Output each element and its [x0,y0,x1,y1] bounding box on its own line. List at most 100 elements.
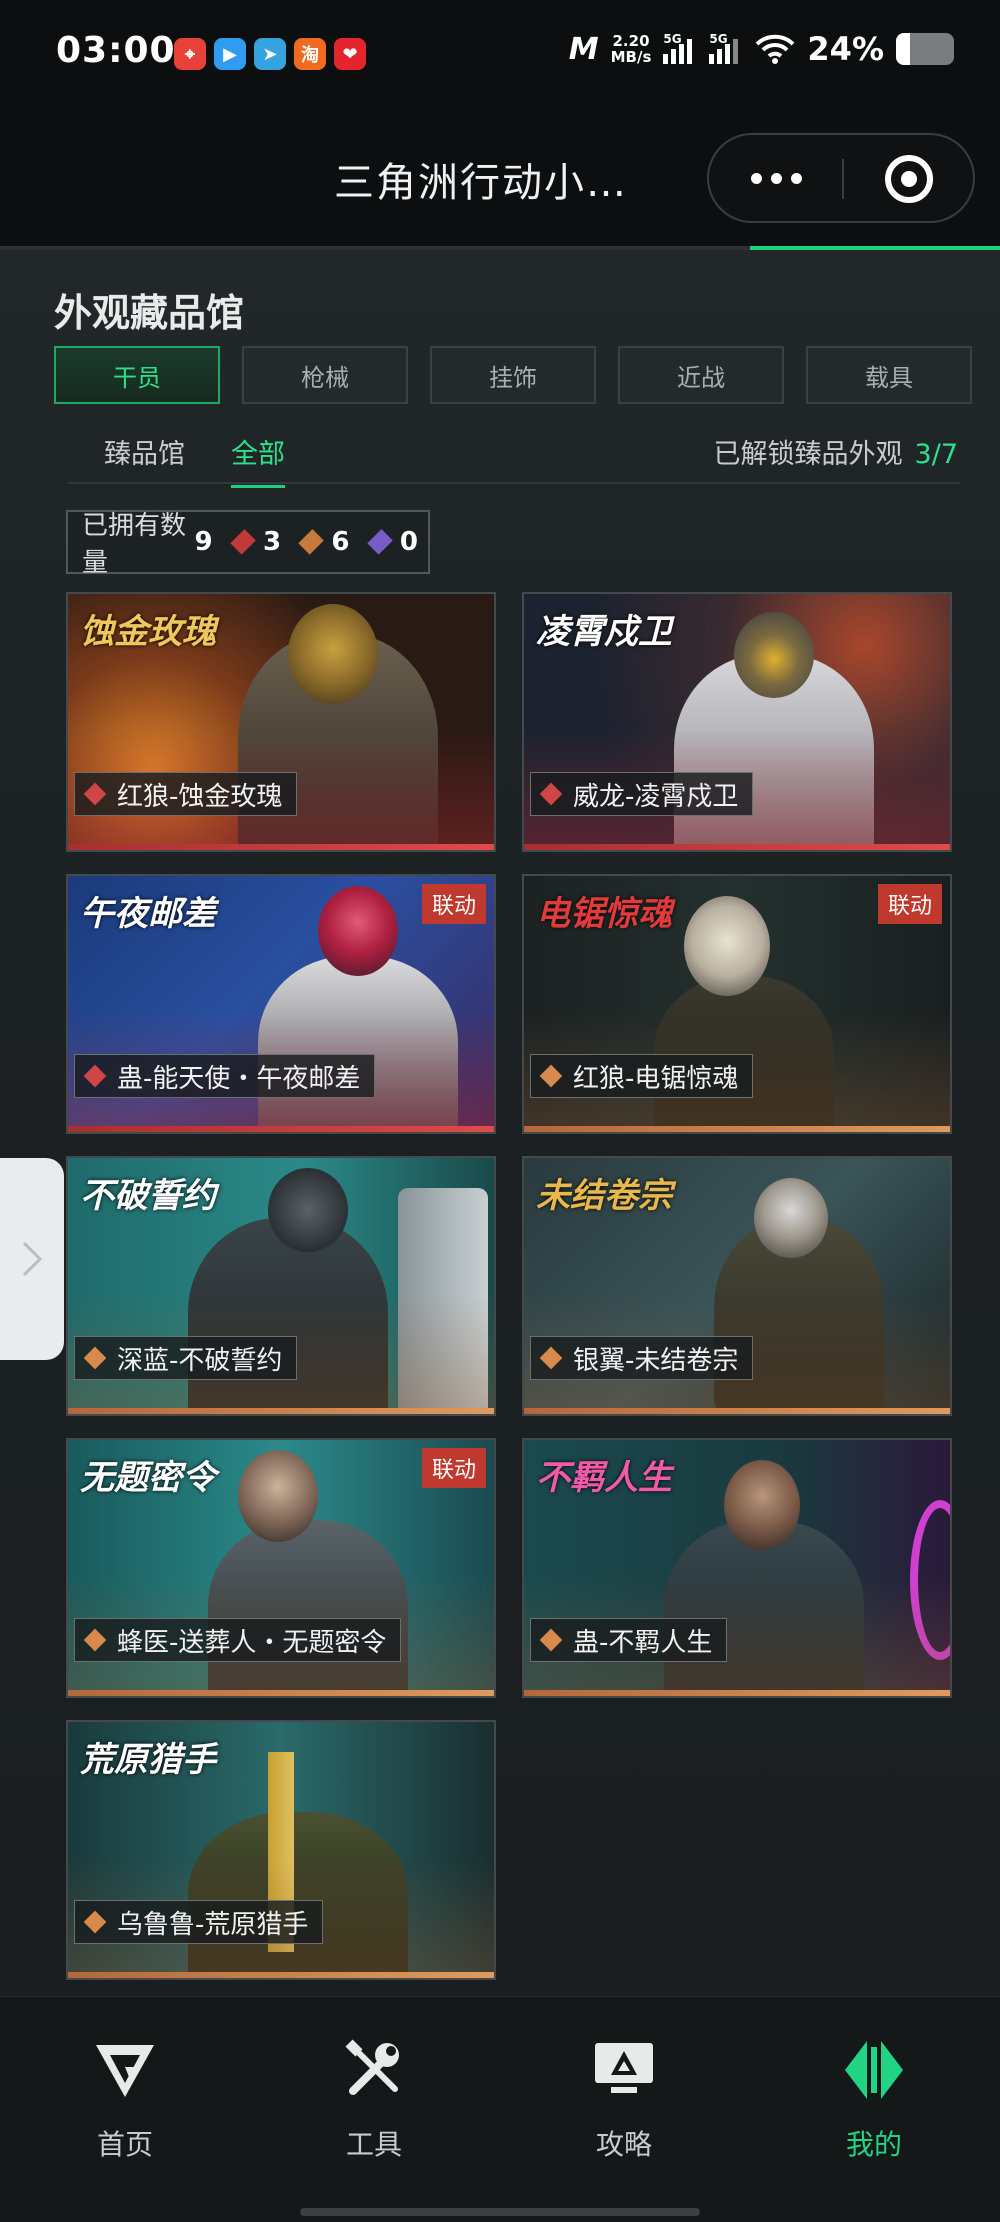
top-divider-accent [750,246,1000,250]
skin-card[interactable]: 电锯惊魂 联动 红狼-电锯惊魂 [522,874,952,1134]
profile-logo-icon [845,2041,903,2099]
network-speed-value: 2.20 [612,32,650,50]
rarity-gem-icon [539,782,563,806]
skin-name-box: 深蓝-不破誓约 [74,1336,298,1380]
skin-logo: 电锯惊魂 [536,894,672,934]
skin-card[interactable]: 凌霄戍卫 威龙-凌霄戍卫 [522,592,952,852]
sub-tabs: 臻品馆 全部 [104,432,285,488]
network-speed: 2.20 MB/s [611,33,652,65]
bottom-nav: 首页 工具 攻略 我的 [0,1996,1000,2222]
skin-name: 红狼-蚀金玫瑰 [117,781,283,812]
nav-tools-label: 工具 [345,2128,402,2161]
tab-vehicles[interactable]: 载具 [806,346,972,404]
skin-card[interactable]: 荒原猎手 乌鲁鲁-荒原猎手 [66,1720,496,1980]
skin-card[interactable]: 午夜邮差 联动 蛊-能天使・午夜邮差 [66,874,496,1134]
rarity-bar [524,1690,950,1696]
rarity-bar [68,1690,494,1696]
owned-red: 3 [262,527,282,557]
collab-badge: 联动 [421,884,486,924]
wifi-icon [756,34,795,64]
battery-percent: 24% [807,30,884,68]
capsule-menu [707,133,975,223]
tab-charms[interactable]: 挂饰 [430,346,596,404]
nav-home[interactable]: 首页 [65,2037,185,2163]
tab-premium-hall[interactable]: 臻品馆 [104,432,185,488]
nav-profile[interactable]: 我的 [814,2037,934,2163]
owned-total: 9 [194,527,213,557]
close-target-button[interactable] [885,155,933,203]
skin-card[interactable]: 蚀金玫瑰 红狼-蚀金玫瑰 [66,592,496,852]
tab-operators[interactable]: 干员 [54,346,220,404]
skin-name-box: 红狼-蚀金玫瑰 [74,772,298,816]
battery-icon [896,33,954,65]
chevron-right-icon [22,1241,43,1277]
skin-name-box: 威龙-凌霄戍卫 [530,772,754,816]
red-rarity-icon [229,529,256,555]
skin-card[interactable]: 不破誓约 深蓝-不破誓约 [66,1156,496,1416]
rarity-bar [524,844,950,850]
sub-tab-divider [68,482,960,484]
home-g-icon [96,2045,154,2097]
rarity-gem-icon [83,1910,107,1934]
home-indicator[interactable] [300,2208,700,2216]
maps-icon: ⌖ [174,38,206,70]
skin-name-box: 蛊-能天使・午夜邮差 [74,1054,376,1098]
network-speed-unit: MB/s [610,48,652,66]
rarity-bar [68,1126,494,1132]
nav-tools[interactable]: 工具 [314,2037,434,2163]
signal-2-label: 5G [709,32,728,46]
rarity-gem-icon [83,782,107,806]
tab-melee[interactable]: 近战 [618,346,784,404]
side-drawer-handle[interactable] [0,1158,64,1360]
heart-app-icon: ❤ [334,38,366,70]
nav-guides[interactable]: 攻略 [564,2037,684,2163]
skin-logo: 蚀金玫瑰 [80,612,216,652]
skin-logo: 凌霄戍卫 [536,612,672,652]
rarity-gem-icon [539,1628,563,1652]
mini-program-header: 三角洲行动小… [0,110,1000,246]
skin-name: 蛊-能天使・午夜邮差 [117,1063,361,1094]
rarity-gem-icon [83,1064,107,1088]
skin-name-box: 银翼-未结卷宗 [530,1336,754,1380]
battery-fill [896,33,910,65]
telegram-icon: ➤ [254,38,286,70]
tab-all[interactable]: 全部 [231,432,285,488]
skin-logo: 未结卷宗 [536,1176,672,1216]
skin-name: 乌鲁鲁-荒原猎手 [117,1909,309,1940]
unlock-info: 已解锁臻品外观 3/7 [714,432,958,471]
skin-logo: 荒原猎手 [80,1740,216,1780]
rarity-gem-icon [83,1628,107,1652]
status-time: 03:00 [56,30,176,71]
skin-name: 蛊-不羁人生 [573,1627,713,1658]
rarity-gem-icon [539,1064,563,1088]
skin-name: 威龙-凌霄戍卫 [573,781,739,812]
tab-guns[interactable]: 枪械 [242,346,408,404]
skin-name-box: 蜂医-送葬人・无题密令 [74,1618,402,1662]
skin-name: 深蓝-不破誓约 [117,1345,283,1376]
skin-name: 蜂医-送葬人・无题密令 [117,1627,387,1658]
skin-name-box: 蛊-不羁人生 [530,1618,728,1662]
skin-name-box: 红狼-电锯惊魂 [530,1054,754,1098]
signal-1-icon: 5G [663,32,697,64]
skin-card[interactable]: 无题密令 联动 蜂医-送葬人・无题密令 [66,1438,496,1698]
nav-guides-label: 攻略 [595,2128,652,2161]
status-indicators: M 2.20 MB/s 5G 5G 24% [569,30,954,68]
skin-card[interactable]: 未结卷宗 银翼-未结卷宗 [522,1156,952,1416]
rarity-bar [524,1126,950,1132]
section-title: 外观藏品馆 [54,291,245,335]
collab-badge: 联动 [877,884,942,924]
guide-monitor-icon [595,2043,653,2093]
more-button[interactable] [709,135,843,221]
owned-label: 已拥有数量 [82,511,187,578]
capsule-divider [842,159,844,199]
rarity-gem-icon [83,1346,107,1370]
collab-badge: 联动 [421,1448,486,1488]
rarity-bar [524,1408,950,1414]
collection-page: 外观藏品馆 干员 枪械 挂饰 近战 载具 臻品馆 全部 已解锁臻品外观 3/7 已… [0,246,1000,1996]
skin-name-box: 乌鲁鲁-荒原猎手 [74,1900,324,1944]
signal-2-icon: 5G [709,32,743,64]
rarity-gem-icon [539,1346,563,1370]
skin-card[interactable]: 不羁人生 蛊-不羁人生 [522,1438,952,1698]
page-title: 三角洲行动小… [334,160,628,206]
owned-count-box: 已拥有数量 9 3 6 0 [66,510,430,578]
